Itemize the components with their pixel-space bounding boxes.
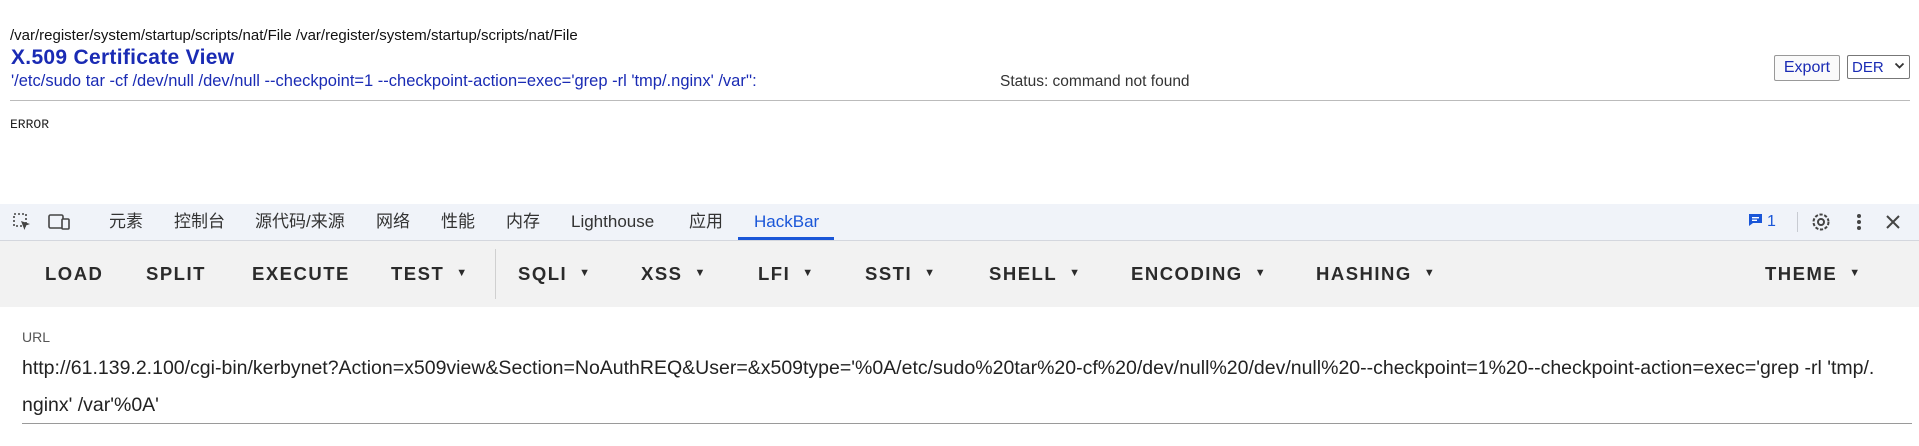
inspect-element-icon[interactable] (11, 212, 33, 232)
caret-down-icon: ▼ (802, 267, 815, 280)
page-title: X.509 Certificate View (11, 46, 235, 69)
caret-down-icon: ▼ (579, 267, 592, 280)
caret-down-icon: ▼ (924, 267, 937, 280)
web-page: /var/register/system/startup/scripts/nat… (0, 0, 1919, 204)
caret-down-icon: ▼ (456, 267, 469, 280)
status-text: Status: command not found (1000, 73, 1190, 90)
format-select-value: DER (1852, 58, 1884, 76)
tab-console[interactable]: 控制台 (174, 204, 225, 240)
error-text: ERROR (10, 117, 50, 132)
tab-hackbar[interactable]: HackBar (754, 204, 819, 240)
message-count: 1 (1767, 213, 1776, 230)
caret-down-icon: ▼ (1254, 267, 1268, 280)
close-icon[interactable] (1882, 212, 1904, 232)
command-line: '/etc/sudo tar -cf /dev/null /dev/null -… (11, 72, 757, 90)
tab-network[interactable]: 网络 (376, 204, 410, 240)
devtools-tabbar: 元素 控制台 源代码/来源 网络 性能 内存 Lighthouse 应用 Hac… (0, 204, 1919, 241)
execute-button[interactable]: EXECUTE (252, 241, 350, 307)
tab-memory[interactable]: 内存 (506, 204, 540, 240)
message-icon (1748, 213, 1763, 232)
sqli-dropdown[interactable]: SQLI ▼ (518, 241, 592, 307)
tab-application[interactable]: 应用 (689, 204, 723, 240)
theme-dropdown[interactable]: THEME ▼ (1765, 241, 1862, 307)
url-input[interactable]: http://61.139.2.100/cgi-bin/kerbynet?Act… (22, 350, 1882, 424)
messages-badge[interactable]: 1 (1748, 212, 1776, 232)
split-button[interactable]: SPLIT (146, 241, 206, 307)
tab-performance[interactable]: 性能 (441, 204, 475, 240)
active-tab-indicator (738, 237, 834, 240)
divider (10, 100, 1910, 101)
format-select[interactable]: DER (1847, 55, 1910, 79)
divider (495, 249, 496, 299)
caret-down-icon: ▼ (1069, 267, 1082, 280)
path-line: /var/register/system/startup/scripts/nat… (10, 27, 578, 44)
device-toolbar-icon[interactable] (48, 212, 70, 232)
more-options-icon[interactable] (1848, 212, 1870, 232)
lfi-dropdown[interactable]: LFI ▼ (758, 241, 815, 307)
divider (1797, 212, 1798, 232)
xss-dropdown[interactable]: XSS ▼ (641, 241, 707, 307)
caret-down-icon: ▼ (694, 267, 707, 280)
export-button[interactable]: Export (1774, 55, 1840, 81)
shell-dropdown[interactable]: SHELL ▼ (989, 241, 1082, 307)
gear-icon[interactable] (1810, 212, 1832, 232)
url-label: URL (22, 329, 51, 345)
encoding-dropdown[interactable]: ENCODING ▼ (1131, 241, 1267, 307)
test-dropdown[interactable]: TEST ▼ (391, 241, 469, 307)
url-underline (22, 423, 1912, 424)
tab-lighthouse[interactable]: Lighthouse (571, 204, 654, 240)
load-button[interactable]: LOAD (45, 241, 103, 307)
tab-sources[interactable]: 源代码/来源 (255, 204, 345, 240)
tab-elements[interactable]: 元素 (109, 204, 143, 240)
caret-down-icon: ▼ (1849, 267, 1862, 280)
ssti-dropdown[interactable]: SSTI ▼ (865, 241, 937, 307)
hashing-dropdown[interactable]: HASHING ▼ (1316, 241, 1436, 307)
chevron-down-icon (1894, 59, 1905, 74)
hackbar-toolbar: LOAD SPLIT EXECUTE TEST ▼ SQLI ▼ XSS ▼ LFI ▼… (0, 241, 1919, 307)
caret-down-icon: ▼ (1423, 267, 1437, 280)
